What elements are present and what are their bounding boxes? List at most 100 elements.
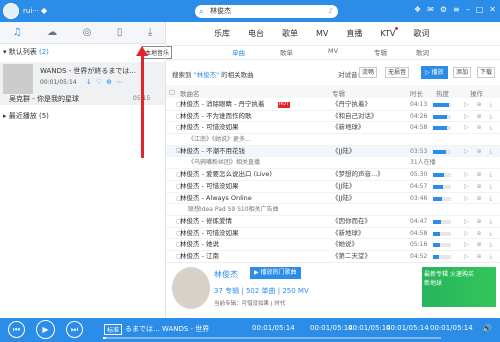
volume-icon[interactable]: 🔊	[482, 324, 492, 333]
search-icon[interactable]: ⌕	[199, 5, 203, 18]
song-name[interactable]: 林俊杰 - 爱要怎么说出口 (Live)	[180, 169, 330, 181]
quality-option[interactable]: 无损音	[385, 67, 410, 78]
song-name[interactable]: 林俊杰 - 修炼爱情	[180, 216, 330, 228]
artist-stats[interactable]: 37 专辑 | 502 单曲 | 250 MV	[214, 286, 309, 296]
tab-lyrics[interactable]: 歌词	[416, 47, 429, 57]
next-button[interactable]: ⏭	[66, 321, 83, 338]
radio-tab-icon[interactable]: ◎	[83, 27, 92, 38]
avatar[interactable]	[3, 3, 19, 19]
col-duration[interactable]: 时长	[410, 88, 423, 98]
song-name[interactable]: 林俊杰 - 江南	[180, 251, 330, 263]
row-actions-icon[interactable]: ▷ ⊕ ⤓	[464, 251, 495, 263]
album-promo-banner[interactable]: 最新专辑 火速购买 新地球	[422, 267, 496, 307]
search-input[interactable]: ⌕ 林俊杰 ♪	[195, 5, 338, 18]
now-playing-actions-icon[interactable]: ↓♡⊕⋯	[86, 78, 127, 86]
row-actions-icon[interactable]: ▷ ⊕ ⤓	[464, 239, 495, 251]
song-name[interactable]: 林俊杰 - 不潮不用花钱	[180, 146, 330, 158]
song-name[interactable]: 林俊杰 - 消除眼睛 - 丹宁执着	[180, 99, 330, 111]
table-row[interactable]: ▢ 林俊杰 - 江南 《第二天堂》 04:52 ▷ ⊕ ⤓	[166, 251, 500, 263]
nav-item[interactable]: 直播	[346, 28, 362, 39]
row-actions-icon[interactable]: ▷ ⊕ ⤓	[464, 228, 495, 240]
maximize-icon[interactable]: □	[476, 5, 484, 14]
song-album[interactable]: 《JJ陆》	[332, 146, 398, 158]
nav-item-ktv[interactable]: KTV	[380, 27, 399, 38]
song-name[interactable]: 《乌鸦嘴粉丝团》相关直播	[188, 157, 338, 169]
progress-bar[interactable]	[103, 337, 441, 339]
song-album[interactable]: 《因你而在》	[332, 216, 398, 228]
song-album[interactable]: 《新地球》	[332, 122, 398, 134]
cloud-tab-icon[interactable]: ☁	[47, 27, 57, 38]
col-album[interactable]: 专辑	[332, 88, 345, 98]
song-name[interactable]: 《江南》《她说》更多...	[188, 134, 338, 146]
prev-button[interactable]: ⏮	[8, 321, 25, 338]
table-row[interactable]: ▢ 林俊杰 - Always Online 《JJ陆》 03:46 ▷ ⊕ ⤓	[166, 193, 500, 205]
row-actions-icon[interactable]: ▷ ⊕ ⤓	[464, 99, 495, 111]
message-icon[interactable]: ✉	[427, 5, 434, 14]
menu-icon[interactable]: ≡	[453, 5, 460, 14]
playlist-header[interactable]: ▾ 默认列表 (2)	[3, 47, 49, 57]
table-row[interactable]: ▢ 林俊杰 - 可惜没如果 《JJ陆》 04:57 ▷ ⊕ ⤓	[166, 181, 500, 193]
download-tab-icon[interactable]: ⤓	[148, 27, 152, 38]
table-row[interactable]: ▢ 林俊杰 - 不为谁而作的歌 《和自己对话》 04:26 ▷ ⊕ ⤓	[166, 111, 500, 123]
row-actions-icon[interactable]: ▷ ⊕ ⤓	[464, 169, 495, 181]
song-album[interactable]: 《JJ陆》	[332, 193, 398, 205]
recent-playlist[interactable]: ▸ 最近播放 (5)	[3, 111, 49, 121]
song-name[interactable]: 林俊杰 - 不为谁而作的歌	[180, 111, 330, 123]
row-actions-icon[interactable]: ▷ ⊕ ⤓	[464, 193, 495, 205]
quality-option[interactable]: 流畅	[359, 67, 378, 78]
tab-playlist[interactable]: 歌单	[280, 47, 293, 57]
song-album[interactable]: 《新地球》	[332, 228, 398, 240]
song-album[interactable]: 《和自己对话》	[332, 111, 398, 123]
tab-album[interactable]: 专辑	[374, 47, 387, 57]
skin-icon[interactable]: ❖	[414, 5, 421, 14]
col-heat[interactable]: 热度	[436, 88, 449, 98]
song-album[interactable]: 《梦想的声音...》	[332, 169, 398, 181]
song-album[interactable]: 《丹宁执着》	[332, 99, 398, 111]
artist-avatar[interactable]	[172, 267, 210, 309]
table-row[interactable]: ▢ 林俊杰 - 修炼爱情 《因你而在》 04:47 ▷ ⊕ ⤓	[166, 216, 500, 228]
play-hot-songs-button[interactable]: ▶ 播放热门歌曲	[250, 267, 301, 279]
tab-single[interactable]: 单曲	[232, 47, 245, 57]
table-row[interactable]: ☑ 林俊杰 - 不潮不用花钱 《JJ陆》 03:53 ▷ ⊕ ⤓	[166, 145, 500, 158]
row-actions-icon[interactable]: ▷ ⊕ ⤓	[464, 146, 495, 158]
list-item[interactable]: 吴克群 - 你是我的星球	[9, 94, 79, 104]
download-button[interactable]: 下载	[477, 67, 496, 78]
table-sub-row[interactable]: 《乌鸦嘴粉丝团》相关直播 31人在播	[166, 157, 500, 170]
col-song[interactable]: 歌曲名	[180, 88, 200, 98]
add-button[interactable]: 添加	[453, 67, 472, 78]
song-album[interactable]: 《JJ陆》	[332, 181, 398, 193]
table-sub-row[interactable]: 联想Idea Pad S9 S10相关广告曲	[166, 204, 500, 216]
nav-item[interactable]: 歌词	[413, 28, 429, 39]
table-row[interactable]: ▢ 林俊杰 - 可惜没如果 《新地球》 04:58 ▷ ⊕ ⤓	[166, 122, 500, 135]
song-name[interactable]: 联想Idea Pad S9 S10相关广告曲	[188, 204, 338, 216]
diamond-icon[interactable]: ◆	[41, 6, 47, 15]
music-tab-icon[interactable]: ♫	[13, 27, 22, 38]
mic-icon[interactable]: ♪	[329, 5, 333, 18]
nav-item[interactable]: 歌单	[282, 28, 298, 39]
song-name[interactable]: 林俊杰 - 她说	[180, 239, 330, 251]
play-button[interactable]: ▶	[36, 320, 55, 339]
row-actions-icon[interactable]: ▷ ⊕ ⤓	[464, 122, 495, 134]
user-name[interactable]: rui···	[23, 7, 39, 15]
song-name[interactable]: 林俊杰 - Always Online	[180, 193, 330, 205]
song-name[interactable]: 林俊杰 - 可惜没如果	[180, 122, 330, 134]
song-album[interactable]: 《她说》	[332, 239, 398, 251]
play-all-button[interactable]: ▷ 播放	[421, 66, 448, 79]
artist-name[interactable]: 林俊杰	[214, 269, 238, 280]
table-row[interactable]: ▢ 林俊杰 - 爱要怎么说出口 (Live) 《梦想的声音...》 05:30 ▷ ⊕ …	[166, 169, 500, 181]
nav-item[interactable]: 乐库	[214, 28, 230, 39]
row-actions-icon[interactable]: ▷ ⊕ ⤓	[464, 216, 495, 228]
song-name[interactable]: 林俊杰 - 可惜没如果	[180, 228, 330, 240]
tab-mv[interactable]: MV	[328, 47, 338, 55]
table-sub-row[interactable]: 《江南》《她说》更多...	[166, 134, 500, 146]
minimize-icon[interactable]: –	[466, 5, 470, 14]
table-row[interactable]: ▢ 林俊杰 - 可惜没如果 《新地球》 04:58 ▷ ⊕ ⤓	[166, 228, 500, 240]
close-icon[interactable]: ✕	[489, 5, 496, 14]
table-row[interactable]: ▢ 林俊杰 - 消除眼睛 - 丹宁执着 HOT 《丹宁执着》 04:13 ▷ ⊕ ⤓	[166, 99, 500, 111]
phone-tab-icon[interactable]: ▯	[117, 27, 123, 38]
song-name[interactable]: 林俊杰 - 可惜没如果	[180, 181, 330, 193]
song-album[interactable]: 《第二天堂》	[332, 251, 398, 263]
quality-badge[interactable]: 标准	[104, 324, 123, 335]
nav-item[interactable]: MV	[316, 29, 328, 38]
nav-item[interactable]: 电台	[248, 28, 264, 39]
